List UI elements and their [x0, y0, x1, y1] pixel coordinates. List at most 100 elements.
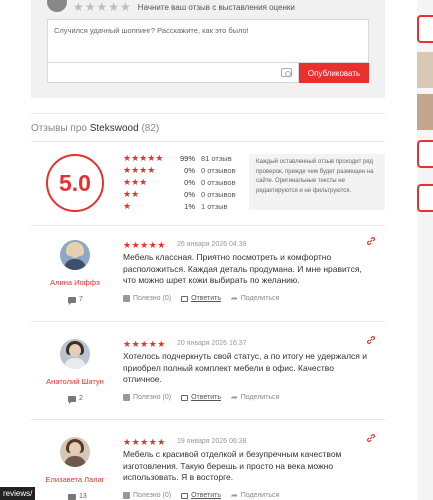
share-label: Поделиться — [240, 394, 280, 401]
attachment-row — [47, 63, 299, 83]
share-icon: ➦ — [230, 294, 238, 303]
reviews-count: (82) — [141, 123, 160, 134]
distribution-row[interactable]: ★ 1% 1 отзыв — [123, 200, 243, 212]
review-form: ★★★★★ Начните ваш отзыв с выставления оц… — [31, 0, 385, 98]
review-stars: ★★★★★ — [123, 240, 166, 250]
divider — [31, 113, 385, 114]
review-text: Хотелось подчеркнуть свой статус, а по и… — [123, 351, 367, 384]
thumbs-up-icon — [123, 295, 130, 302]
distribution-percent: 99% — [179, 153, 195, 163]
reply-button[interactable]: Ответить — [181, 295, 221, 302]
average-score: 5.0 — [46, 154, 104, 212]
reply-label: Ответить — [191, 295, 221, 302]
helpful-label: Полезно (0) — [133, 394, 172, 401]
distribution-row[interactable]: ★★★★★ 99% 81 отзыв — [123, 152, 243, 164]
comments-count-value: 13 — [79, 493, 87, 500]
share-label: Поделиться — [240, 492, 280, 499]
url-tag: reviews/ — [0, 487, 36, 500]
distribution-percent: 0% — [184, 189, 195, 199]
review-text: Мебель с красивой отделкой и безупречным… — [123, 449, 342, 482]
reply-label: Ответить — [191, 492, 221, 499]
rating-row: ★★★★★ Начните ваш отзыв с выставления оц… — [47, 0, 295, 14]
helpful-label: Полезно (0) — [133, 295, 172, 302]
distribution-stars: ★ — [123, 200, 132, 211]
review-text: Мебель классная. Приятно посмотреть и ко… — [123, 252, 362, 285]
share-label: Поделиться — [240, 295, 280, 302]
review-actions: Полезно (0) Ответить ➦ Поделиться — [123, 294, 289, 303]
distribution-stars: ★★★★ — [123, 164, 156, 175]
divider — [31, 419, 385, 420]
rating-stars-input[interactable]: ★★★★★ — [73, 0, 132, 14]
reviewer-name[interactable]: Алина Иоффэ — [39, 278, 111, 287]
distribution-stars: ★★★★★ — [123, 152, 164, 163]
distribution-stars: ★★★ — [123, 176, 148, 187]
review-date: 20 января 2026 16:37 — [177, 340, 247, 347]
share-icon: ➦ — [230, 491, 238, 500]
distribution-percent: 0% — [184, 177, 195, 187]
comments-count-value: 7 — [79, 296, 83, 303]
reply-icon — [181, 492, 189, 499]
reply-button[interactable]: Ответить — [181, 492, 221, 499]
reviews-title: Отзывы про Stekswood (82) — [31, 123, 159, 134]
distribution-row[interactable]: ★★ 0% 0 отзывов — [123, 188, 243, 200]
chat-icon — [68, 493, 76, 500]
distribution-count: 0 отзывов — [201, 177, 236, 187]
review-stars: ★★★★★ — [123, 437, 166, 447]
reply-button[interactable]: Ответить — [181, 394, 221, 401]
distribution-stars: ★★ — [123, 188, 140, 199]
share-button[interactable]: ➦ Поделиться — [231, 491, 279, 500]
comments-count[interactable]: 13 — [68, 493, 87, 500]
calendar-icon[interactable] — [417, 15, 433, 43]
avatar-face — [69, 344, 81, 357]
link-icon[interactable] — [366, 433, 376, 443]
link-icon[interactable] — [366, 335, 376, 345]
camera-icon[interactable] — [281, 68, 292, 77]
reviews-title-prefix: Отзывы про — [31, 123, 90, 134]
helpful-button[interactable]: Полезно (0) — [123, 492, 171, 499]
calendar-icon[interactable] — [417, 184, 433, 212]
product-thumbnail[interactable] — [417, 94, 433, 130]
avatar[interactable] — [60, 240, 90, 270]
distribution-count: 0 отзывов — [201, 189, 236, 199]
avatar-body — [64, 358, 86, 369]
calendar-icon[interactable] — [417, 140, 433, 168]
chat-icon — [68, 296, 76, 305]
avatar[interactable] — [60, 339, 90, 369]
publish-button[interactable]: Опубликовать — [299, 63, 369, 83]
comments-count-value: 2 — [79, 395, 83, 402]
divider — [31, 225, 385, 226]
avatar-face — [69, 245, 81, 258]
divider — [31, 321, 385, 322]
helpful-label: Полезно (0) — [133, 492, 172, 499]
distribution-count: 1 отзыв — [201, 201, 228, 211]
chat-icon — [68, 395, 76, 404]
comments-count[interactable]: 7 — [68, 296, 83, 305]
helpful-button[interactable]: Полезно (0) — [123, 295, 171, 302]
share-button[interactable]: ➦ Поделиться — [231, 393, 279, 402]
reviewer-name[interactable]: Елизавета Лалаг — [39, 475, 111, 484]
avatar-body — [64, 456, 86, 467]
thumbs-up-icon — [123, 492, 130, 499]
comments-count[interactable]: 2 — [68, 395, 83, 404]
distribution-row[interactable]: ★★★ 0% 0 отзывов — [123, 176, 243, 188]
review-date: 19 января 2026 06:38 — [177, 438, 247, 445]
review-textarea[interactable]: Случился удачный шоппинг? Расскажите, ка… — [47, 19, 369, 63]
distribution-row[interactable]: ★★★★ 0% 0 отзывов — [123, 164, 243, 176]
reply-icon — [181, 394, 189, 401]
helpful-button[interactable]: Полезно (0) — [123, 394, 171, 401]
avatar-face — [69, 442, 81, 455]
share-icon: ➦ — [230, 393, 238, 402]
reviewer-name[interactable]: Анатолий Шатун — [39, 377, 111, 386]
review-stars: ★★★★★ — [123, 339, 166, 349]
distribution-percent: 1% — [184, 201, 195, 211]
divider — [31, 141, 385, 142]
reply-label: Ответить — [191, 394, 221, 401]
product-thumbnail[interactable] — [417, 52, 433, 88]
avatar[interactable] — [60, 437, 90, 467]
brand-name: Stekswood — [89, 123, 139, 134]
share-button[interactable]: ➦ Поделиться — [231, 294, 279, 303]
user-avatar — [47, 0, 67, 12]
reply-icon — [181, 295, 189, 302]
avatar-body — [64, 259, 86, 270]
link-icon[interactable] — [366, 236, 376, 246]
